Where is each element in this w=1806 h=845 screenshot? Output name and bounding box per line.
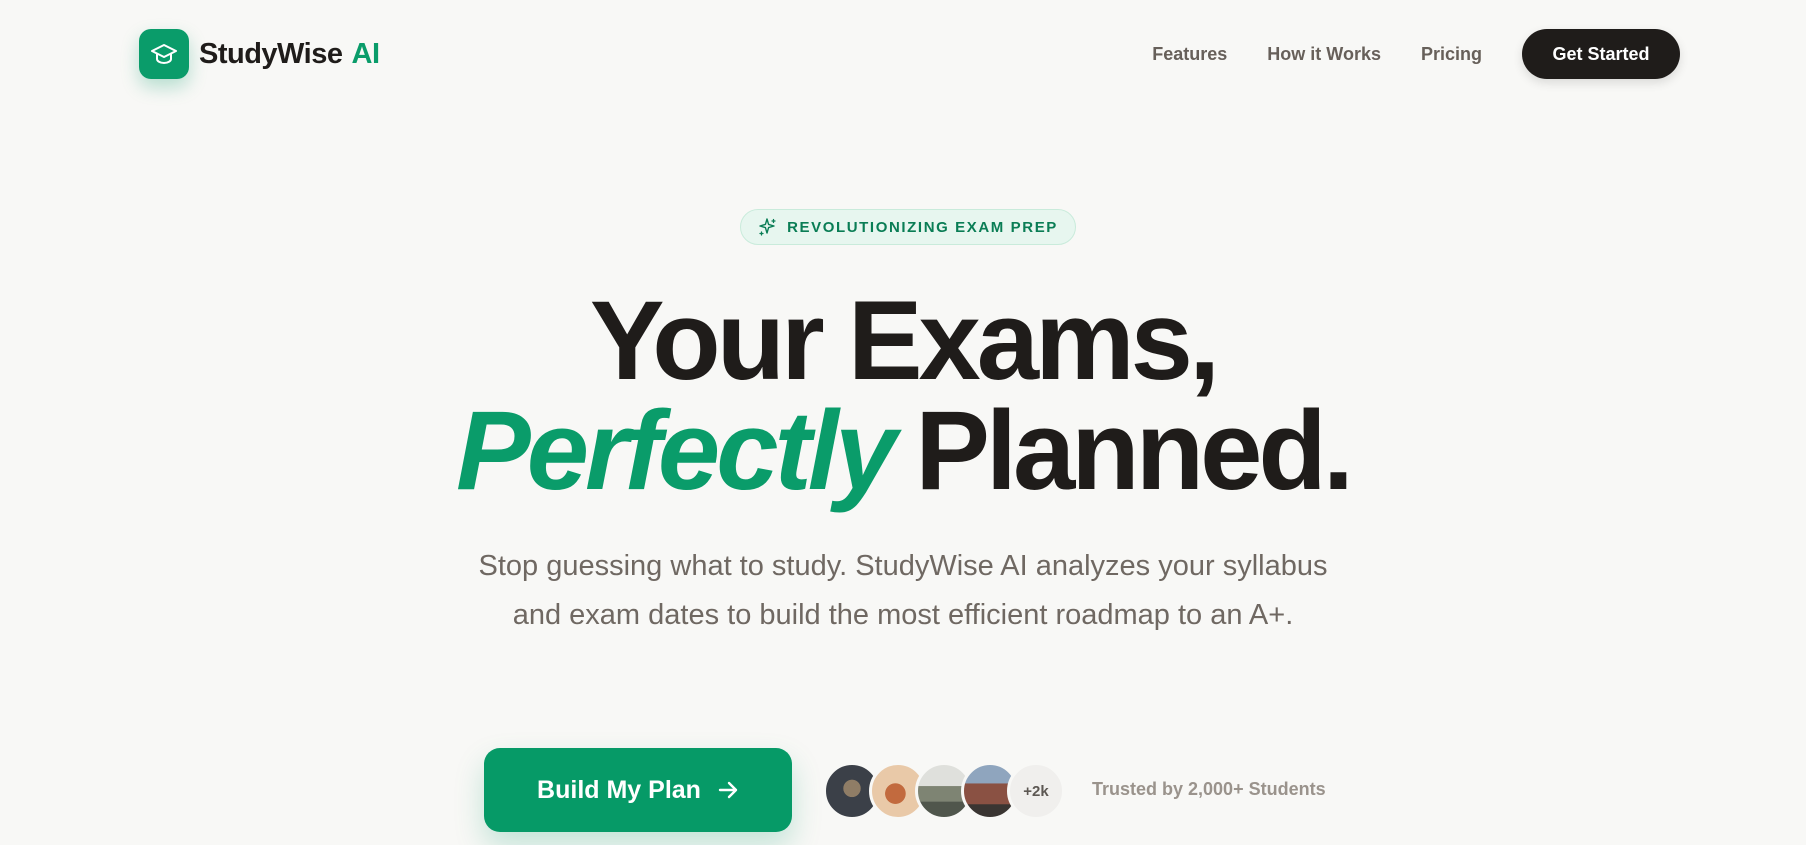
hero-headline-accent: Perfectly xyxy=(456,388,897,513)
top-navbar: StudyWise AI Features How it Works Pricin… xyxy=(0,0,1806,110)
brand-name: StudyWise AI xyxy=(199,38,380,71)
brand-name-text: StudyWise xyxy=(199,37,343,70)
nav-link-pricing[interactable]: Pricing xyxy=(1421,44,1482,65)
arrow-right-icon xyxy=(717,779,739,801)
trusted-by-text: Trusted by 2,000+ Students xyxy=(1092,779,1326,799)
get-started-button[interactable]: Get Started xyxy=(1522,29,1680,79)
hero-badge-text: REVOLUTIONIZING EXAM PREP xyxy=(787,218,1058,236)
nav-link-how-it-works[interactable]: How it Works xyxy=(1267,44,1381,65)
student-avatars: +2k xyxy=(823,762,1065,820)
hero-headline-rest: Planned. xyxy=(915,388,1354,513)
brand-logo[interactable]: StudyWise AI xyxy=(139,29,380,79)
hero-subtext: Stop guessing what to study. StudyWise A… xyxy=(478,550,1328,631)
nav-link-features[interactable]: Features xyxy=(1152,44,1227,65)
hero-badge: REVOLUTIONIZING EXAM PREP xyxy=(740,209,1076,245)
brand-suffix: AI xyxy=(351,37,381,70)
avatar-more-count: +2k xyxy=(1007,762,1065,820)
build-my-plan-label: Build My Plan xyxy=(537,775,701,804)
sparkle-icon xyxy=(758,217,778,237)
nav-links: Features How it Works Pricing Get Starte… xyxy=(1152,29,1680,79)
build-my-plan-button[interactable]: Build My Plan xyxy=(484,748,792,832)
graduation-cap-icon xyxy=(139,29,189,79)
hero-headline-line2: Perfectly Planned. xyxy=(0,386,1806,516)
